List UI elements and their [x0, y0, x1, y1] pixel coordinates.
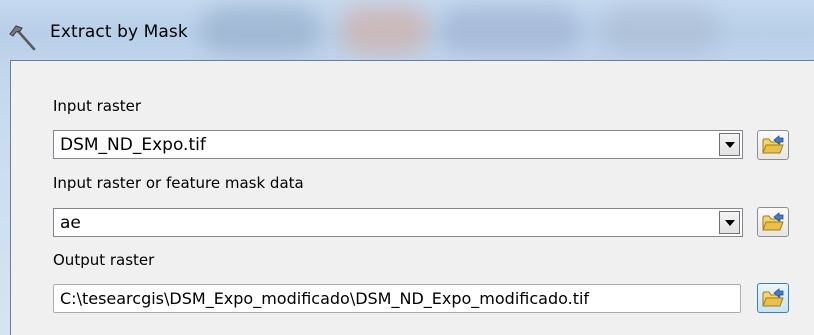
mask-data-combobox[interactable]: ae: [53, 208, 743, 237]
mask-data-label: Input raster or feature mask data: [53, 174, 304, 192]
window-title: Extract by Mask: [50, 22, 188, 42]
open-folder-icon: [762, 288, 784, 307]
tool-dialog-window: Extract by Mask Input raster DSM_ND_Expo…: [0, 0, 814, 335]
mask-data-value: ae: [60, 213, 81, 233]
output-raster-value: C:\tesearcgis\DSM_Expo_modificado\DSM_ND…: [60, 289, 590, 308]
chevron-down-icon[interactable]: [719, 211, 740, 234]
output-raster-label: Output raster: [53, 251, 155, 269]
output-raster-browse-button[interactable]: [757, 283, 789, 313]
title-bar[interactable]: Extract by Mask: [0, 0, 814, 60]
open-folder-icon: [762, 212, 784, 231]
input-raster-browse-button[interactable]: [757, 130, 789, 160]
input-raster-value: DSM_ND_Expo.tif: [60, 135, 206, 155]
input-raster-label: Input raster: [53, 97, 142, 115]
output-raster-field[interactable]: C:\tesearcgis\DSM_Expo_modificado\DSM_ND…: [53, 284, 741, 313]
parameters-panel: Input raster DSM_ND_Expo.tif Input raste…: [10, 60, 814, 335]
input-raster-combobox[interactable]: DSM_ND_Expo.tif: [53, 130, 743, 159]
mask-data-browse-button[interactable]: [757, 207, 789, 237]
hammer-icon: [8, 22, 38, 52]
chevron-down-icon[interactable]: [719, 133, 740, 156]
open-folder-icon: [762, 135, 784, 154]
